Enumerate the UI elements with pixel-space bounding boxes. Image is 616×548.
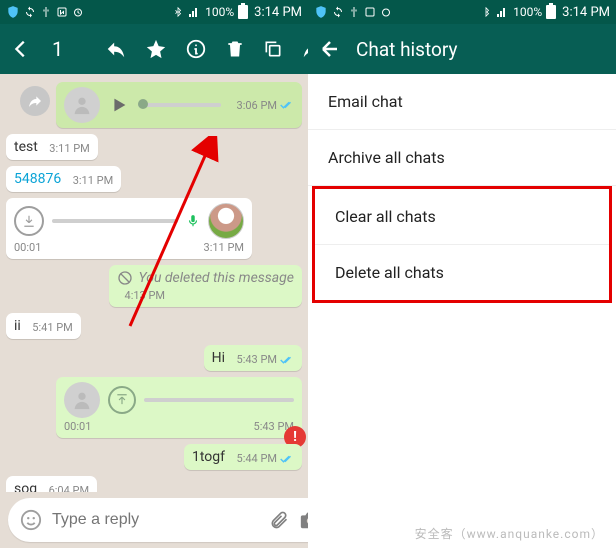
mic-icon <box>186 214 200 228</box>
shield-icon <box>314 5 328 19</box>
upload-icon[interactable] <box>108 386 136 414</box>
waveform[interactable] <box>52 219 178 223</box>
selection-count: 1 <box>52 37 63 61</box>
msg-voice1[interactable]: 3:06 PM <box>6 82 302 128</box>
chat-area: 3:06 PM test 3:11 PM 548876 3:11 PM <box>0 74 308 492</box>
usb-icon <box>348 6 360 18</box>
msg-link-text[interactable]: 548876 <box>14 171 61 187</box>
signal-icon <box>495 6 509 18</box>
msg-time: 3:11 PM <box>49 142 89 155</box>
waveform[interactable] <box>138 103 221 107</box>
msg-voice2[interactable]: 00:01 3:11 PM <box>6 198 302 259</box>
attach-icon[interactable] <box>269 510 289 530</box>
forward-icon[interactable] <box>301 38 308 60</box>
phone-right: 100% 3:14 PM Chat history Email chat Arc… <box>308 0 616 548</box>
item-clear-chats[interactable]: Clear all chats <box>315 189 609 245</box>
avatar-image <box>208 203 244 239</box>
avatar-icon <box>64 382 100 418</box>
settings-list: Email chat Archive all chats Clear all c… <box>308 74 616 548</box>
avatar-icon <box>64 87 100 123</box>
msg-time: 3:11 PM <box>73 174 113 187</box>
msg-test[interactable]: test 3:11 PM <box>6 134 302 160</box>
msg-text: ii <box>14 318 21 334</box>
input-bar <box>0 492 308 548</box>
status-bar: 100% 3:14 PM <box>308 0 616 24</box>
waveform[interactable] <box>144 398 294 402</box>
page-title: Chat history <box>356 38 457 61</box>
msg-text: Hi <box>212 350 225 366</box>
msg-time: 5:44 PM <box>237 452 277 465</box>
usb-icon <box>40 6 52 18</box>
selection-actionbar: 1 <box>0 24 308 74</box>
battery-text: 100% <box>205 5 234 19</box>
reply-field[interactable] <box>8 498 308 542</box>
play-icon[interactable] <box>108 94 130 116</box>
forward-badge-icon <box>20 86 50 116</box>
read-ticks-icon <box>280 100 294 110</box>
msg-text: test <box>14 139 38 155</box>
nfc-icon <box>56 6 68 18</box>
watermark: 安全客（www.anquanke.com） <box>415 525 604 542</box>
battery-text: 100% <box>513 5 542 19</box>
voice-duration: 00:01 <box>64 420 91 433</box>
copy-icon[interactable] <box>263 39 283 59</box>
status-left-icons <box>6 5 84 19</box>
bluetooth-icon <box>173 6 183 18</box>
sync-icon <box>24 6 36 18</box>
msg-time: 5:41 PM <box>32 321 72 334</box>
msg-deleted[interactable]: You deleted this message 4:13 PM <box>6 265 302 307</box>
emoji-icon[interactable] <box>20 509 42 531</box>
msg-time: 5:43 PM <box>237 353 277 366</box>
info-icon[interactable] <box>185 38 207 60</box>
msg-text: sog <box>14 481 37 492</box>
clock-text: 3:14 PM <box>254 5 302 20</box>
msg-link[interactable]: 548876 3:11 PM <box>6 166 302 192</box>
battery-icon <box>238 5 248 19</box>
alarm-icon <box>380 6 392 18</box>
download-icon[interactable] <box>14 206 44 236</box>
annotation-highlight: Clear all chats Delete all chats <box>312 186 612 303</box>
voice-duration: 00:01 <box>14 241 41 254</box>
deleted-text: You deleted this message <box>139 270 294 286</box>
camera-icon[interactable] <box>299 509 308 531</box>
appbar: Chat history <box>308 24 616 74</box>
back-icon[interactable] <box>10 38 32 60</box>
item-email-chat[interactable]: Email chat <box>308 74 616 130</box>
msg-time: 4:13 PM <box>125 289 165 302</box>
read-ticks-icon <box>280 454 294 464</box>
nfc-icon <box>364 6 376 18</box>
msg-text: 1togf <box>192 449 225 465</box>
battery-icon <box>546 5 556 19</box>
star-icon[interactable] <box>145 38 167 60</box>
msg-hi[interactable]: Hi 5:43 PM <box>6 345 302 371</box>
msg-ii[interactable]: ii 5:41 PM <box>6 313 302 339</box>
msg-sog[interactable]: sog 6:04 PM <box>6 476 302 492</box>
signal-icon <box>187 6 201 18</box>
bluetooth-icon <box>481 6 491 18</box>
clock-text: 3:14 PM <box>562 5 610 20</box>
status-left-icons <box>314 5 392 19</box>
msg-time: 3:06 PM <box>237 99 277 112</box>
delete-icon[interactable] <box>225 38 245 60</box>
read-ticks-icon <box>280 355 294 365</box>
alarm-icon <box>72 6 84 18</box>
status-right-icons: 100% 3:14 PM <box>481 5 610 20</box>
reply-input[interactable] <box>52 511 259 529</box>
back-icon[interactable] <box>318 37 342 61</box>
phone-left: 100% 3:14 PM 1 <box>0 0 308 548</box>
sync-icon <box>332 6 344 18</box>
msg-togf[interactable]: 1togf 5:44 PM <box>6 444 302 470</box>
item-delete-chats[interactable]: Delete all chats <box>315 245 609 300</box>
reply-icon[interactable] <box>105 38 127 60</box>
msg-voice3[interactable]: 00:01 5:43 PM ! <box>6 377 302 438</box>
status-bar: 100% 3:14 PM <box>0 0 308 24</box>
status-right-icons: 100% 3:14 PM <box>173 5 302 20</box>
blocked-icon <box>117 270 133 286</box>
item-archive-chats[interactable]: Archive all chats <box>308 130 616 186</box>
msg-time: 3:11 PM <box>204 241 244 254</box>
msg-time: 6:04 PM <box>49 484 89 492</box>
shield-icon <box>6 5 20 19</box>
